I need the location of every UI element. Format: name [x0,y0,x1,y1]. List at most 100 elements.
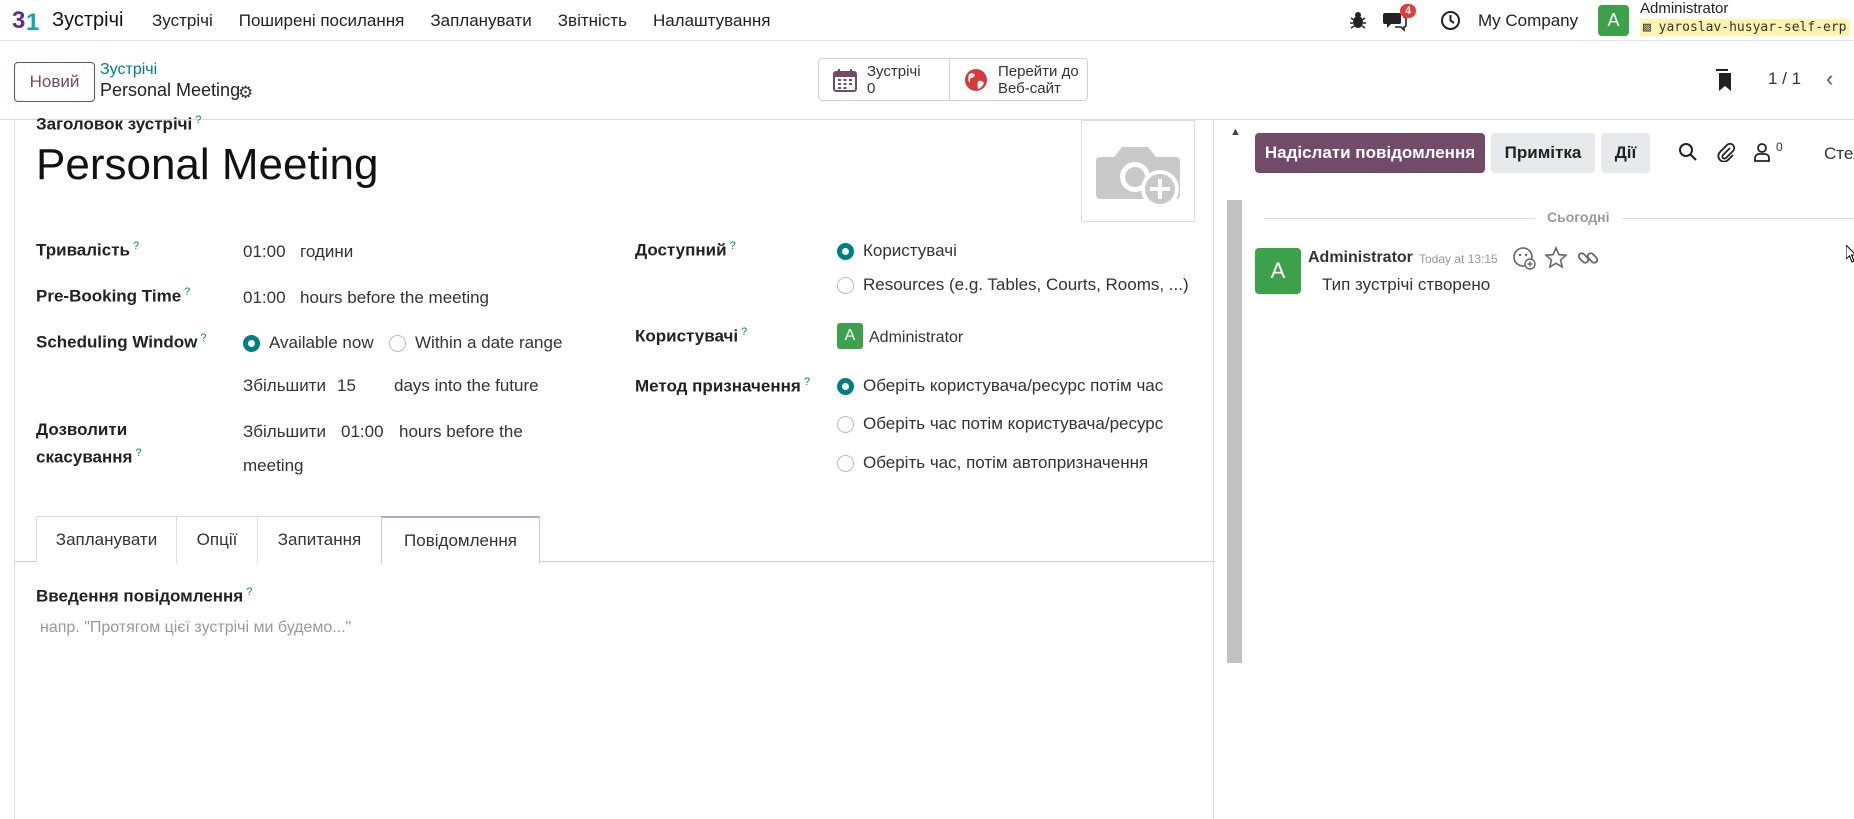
paperclip-icon[interactable] [1716,142,1736,162]
available-resources-label[interactable]: Resources (e.g. Tables, Courts, Rooms, .… [863,275,1189,295]
menu-item-reporting[interactable]: Звітність [558,11,627,31]
bookmark-icon[interactable] [1714,69,1736,93]
scroll-up-arrow-icon[interactable]: ▲ [1230,126,1241,138]
title-label: Заголовок зустрічі? [36,114,201,135]
calendar-icon [833,68,857,92]
help-mark: ? [135,447,142,459]
search-icon[interactable] [1678,142,1698,162]
help-mark: ? [729,240,736,252]
tab-schedule[interactable]: Запланувати [36,516,177,563]
users-tag[interactable]: Administrator [869,329,963,347]
users-label: Користувачі? [635,326,747,347]
menu-item-meetings[interactable]: Зустрічі [152,11,213,31]
followers-icon[interactable] [1752,142,1772,162]
prebooking-label-text: Pre-Booking Time [36,286,182,306]
svg-text:3: 3 [12,7,25,34]
scrollbar-thumb[interactable] [1227,200,1242,663]
star-icon[interactable] [1544,246,1568,270]
radio-resources[interactable] [837,277,854,294]
menu-item-schedule[interactable]: Запланувати [430,11,531,31]
tab-options[interactable]: Опції [176,516,258,563]
user-name[interactable]: Administrator [1640,0,1728,17]
activities-button[interactable]: Дії [1601,133,1650,173]
assign-opt2-label[interactable]: Оберіть час потім користувача/ресурс [863,414,1163,434]
notebook-tabs: Запланувати Опції Запитання Повідомлення [15,516,1215,564]
smart-button-meetings[interactable]: Зустрічі 0 [818,58,950,101]
radio-assign-user-then-time[interactable] [837,378,854,395]
intro-message-input[interactable]: напр. "Протягом цієї зустрічі ми будемо.… [40,619,351,637]
svg-text:1: 1 [26,9,39,34]
follow-button[interactable]: Стежити [1824,144,1854,164]
top-navbar: 3 1 Зустрічі Зустрічі Поширені посилання… [0,0,1854,41]
radio-date-range[interactable] [389,335,406,352]
assign-method-label-text: Метод призначення [635,376,801,396]
radio-available-now[interactable] [243,335,260,352]
menu-item-shared-links[interactable]: Поширені посилання [239,11,405,31]
scheduling-window-label: Scheduling Window? [36,332,206,353]
radio-users[interactable] [837,243,854,260]
help-mark: ? [133,240,140,252]
app-logo-icon[interactable]: 3 1 [12,6,42,34]
send-message-button[interactable]: Надіслати повідомлення [1255,133,1485,173]
users-label-text: Користувачі [635,326,739,346]
message-author-avatar[interactable]: A [1255,248,1301,294]
title-label-text: Заголовок зустрічі [36,114,193,134]
messages-badge: 4 [1400,4,1417,18]
window-days-input[interactable]: 15 [337,376,356,396]
intro-message-label-text: Введення повідомлення [36,586,244,606]
help-mark: ? [803,376,810,388]
clock-icon[interactable] [1440,10,1461,31]
new-button[interactable]: Новий [14,62,95,102]
date-separator-label: Сьогодні [1535,209,1622,225]
app-name[interactable]: Зустрічі [52,9,123,32]
bug-icon[interactable] [1349,10,1367,30]
window-increase-text: Збільшити [243,376,326,395]
duration-input[interactable]: 01:00 [243,242,286,262]
cancel-unit-2: meeting [243,456,304,475]
form-sheet: Заголовок зустрічі? Personal Meeting Три… [14,114,1215,819]
message-time: Today at 13:15 [1419,252,1498,266]
smart-website-line2: Веб-сайт [998,79,1061,97]
available-label: Доступний? [635,240,736,261]
user-chip-avatar: A [837,323,863,349]
prebooking-label: Pre-Booking Time? [36,286,190,307]
radio-assign-time-then-user[interactable] [837,416,854,433]
company-switcher[interactable]: My Company [1478,11,1578,31]
available-users-label[interactable]: Користувачі [863,241,957,261]
intro-message-label: Введення повідомлення? [36,586,252,607]
mouse-cursor-icon [1846,245,1854,263]
add-reaction-icon[interactable] [1512,246,1536,270]
image-upload[interactable] [1081,120,1195,222]
available-now-label[interactable]: Available now [269,333,374,353]
tab-questions[interactable]: Запитання [257,516,382,563]
tab-messages[interactable]: Повідомлення [381,516,540,564]
message-author[interactable]: Administrator [1308,249,1413,267]
help-mark: ? [184,286,191,298]
duration-unit: години [300,242,354,261]
chevron-left-icon[interactable]: ‹ [1826,66,1833,92]
cancel-increase-text: Збільшити [243,422,326,441]
menu-item-settings[interactable]: Налаштування [653,11,771,31]
control-panel: Новий Зустрічі Personal Meeting ⚙ Зустрі… [0,42,1854,120]
link-icon[interactable] [1576,246,1600,270]
help-mark: ? [741,326,748,338]
allow-cancel-label-2-text: скасування [36,447,133,467]
smart-button-website[interactable]: Перейти до Веб-сайт [949,58,1088,101]
allow-cancel-label-1: Дозволити [36,420,128,439]
gear-icon[interactable]: ⚙ [238,83,253,103]
scheduling-window-label-text: Scheduling Window [36,332,198,352]
user-avatar[interactable]: A [1598,5,1629,36]
breadcrumb-parent[interactable]: Зустрічі [100,61,157,79]
title-input[interactable]: Personal Meeting [36,140,378,190]
radio-assign-auto[interactable] [837,455,854,472]
main-menu: Зустрічі Поширені посилання Запланувати … [152,11,796,31]
assign-opt3-label[interactable]: Оберіть час, потім автопризначення [863,453,1148,473]
prebooking-input[interactable]: 01:00 [243,288,286,308]
window-days-unit: days into the future [394,376,539,395]
cancel-value-input[interactable]: 01:00 [341,422,384,442]
date-range-label[interactable]: Within a date range [415,333,562,353]
camera-plus-icon [1096,147,1180,208]
pager-value[interactable]: 1 / 1 [1768,69,1801,89]
assign-opt1-label[interactable]: Оберіть користувача/ресурс потім час [863,376,1163,396]
log-note-button[interactable]: Примітка [1491,133,1595,173]
